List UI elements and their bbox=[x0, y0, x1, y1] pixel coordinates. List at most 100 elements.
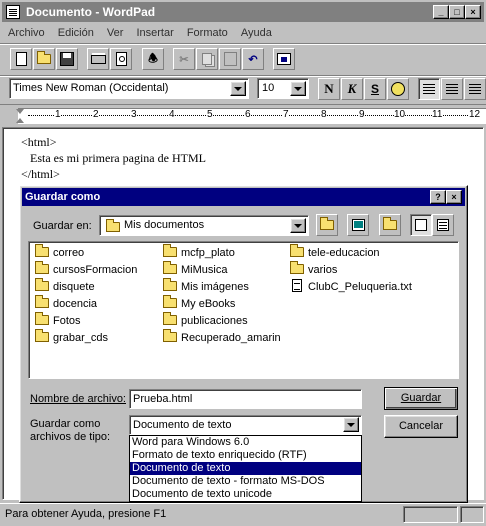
cut-icon[interactable]: ✂ bbox=[173, 48, 195, 70]
font-size-dropdown[interactable]: 10 bbox=[257, 78, 309, 99]
file-item[interactable]: varios bbox=[290, 261, 337, 278]
folder-icon bbox=[290, 244, 304, 257]
details-view-icon[interactable] bbox=[432, 214, 454, 236]
insert-object-icon[interactable] bbox=[273, 48, 295, 70]
cancel-button[interactable]: Cancelar bbox=[384, 415, 458, 438]
file-list[interactable]: correo cursosFormacion disquete docencia… bbox=[28, 241, 459, 379]
folder-icon bbox=[35, 295, 49, 308]
save-icon[interactable] bbox=[56, 48, 78, 70]
up-one-level-icon[interactable] bbox=[316, 214, 338, 236]
file-item[interactable]: cursosFormacion bbox=[35, 261, 137, 278]
help-icon[interactable]: ? bbox=[430, 190, 446, 204]
ruler-indent-marker[interactable] bbox=[16, 109, 24, 114]
paste-icon[interactable] bbox=[219, 48, 241, 70]
folder-icon bbox=[290, 261, 304, 274]
wordpad-app-icon[interactable] bbox=[6, 5, 20, 19]
look-in-label: Guardar en: bbox=[33, 220, 92, 232]
align-center-icon[interactable] bbox=[441, 78, 463, 100]
file-item[interactable]: publicaciones bbox=[163, 312, 248, 329]
file-item[interactable]: My eBooks bbox=[163, 295, 235, 312]
filetype-option[interactable]: Documento de texto unicode bbox=[130, 488, 361, 501]
ruler-number: 11 bbox=[432, 109, 443, 120]
menu-insertar[interactable]: Insertar bbox=[132, 24, 179, 42]
new-document-icon[interactable] bbox=[10, 48, 32, 70]
folder-icon bbox=[35, 244, 49, 257]
file-item[interactable]: Recuperado_amarin bbox=[163, 329, 281, 346]
ruler-number: 8 bbox=[321, 109, 327, 120]
menu-ver[interactable]: Ver bbox=[103, 24, 130, 42]
chevron-down-icon[interactable] bbox=[343, 417, 359, 432]
ruler-number: 5 bbox=[207, 109, 213, 120]
folder-icon bbox=[163, 278, 177, 291]
file-item[interactable]: grabar_cds bbox=[35, 329, 108, 346]
file-item[interactable]: tele-educacion bbox=[290, 244, 380, 261]
folder-icon bbox=[35, 329, 49, 342]
chevron-down-icon[interactable] bbox=[290, 81, 306, 96]
list-view-icon[interactable] bbox=[410, 214, 432, 236]
minimize-button[interactable]: _ bbox=[433, 5, 449, 19]
folder-icon bbox=[163, 295, 177, 308]
bold-button[interactable]: N bbox=[318, 78, 340, 100]
dialog-close-icon[interactable]: × bbox=[446, 190, 462, 204]
maximize-button[interactable]: □ bbox=[449, 5, 465, 19]
italic-button[interactable]: K bbox=[341, 78, 363, 100]
ruler-number: 1 bbox=[55, 109, 61, 120]
filetype-options-list[interactable]: Word para Windows 6.0 Formato de texto e… bbox=[129, 435, 362, 502]
folder-icon bbox=[35, 261, 49, 274]
print-icon[interactable] bbox=[87, 48, 109, 70]
underline-button[interactable]: S bbox=[364, 78, 386, 100]
ruler[interactable]: 1 2 3 4 5 6 7 8 9 10 11 12 bbox=[0, 104, 486, 126]
align-right-icon[interactable] bbox=[464, 78, 486, 100]
color-palette-icon[interactable] bbox=[387, 78, 409, 100]
file-item[interactable]: Fotos bbox=[35, 312, 81, 329]
align-left-icon[interactable] bbox=[418, 78, 440, 100]
save-button[interactable]: Guardar bbox=[384, 387, 458, 410]
ruler-hanging-marker[interactable] bbox=[16, 118, 24, 123]
filetype-label-2: archivos de tipo: bbox=[30, 431, 111, 443]
save-as-dialog: Guardar como ? × Guardar en: Mis documen… bbox=[19, 185, 468, 503]
text-file-icon bbox=[292, 279, 302, 292]
filetype-dropdown[interactable]: Documento de texto bbox=[129, 415, 362, 435]
status-panel bbox=[403, 506, 458, 523]
status-panel bbox=[460, 506, 484, 523]
file-item[interactable]: Mis imágenes bbox=[163, 278, 249, 295]
find-icon[interactable]: 🕭 bbox=[142, 48, 164, 70]
font-name-dropdown[interactable]: Times New Roman (Occidental) bbox=[9, 78, 249, 99]
look-in-dropdown[interactable]: Mis documentos bbox=[99, 215, 309, 236]
file-item[interactable]: MiMusica bbox=[163, 261, 227, 278]
chevron-down-icon[interactable] bbox=[230, 81, 246, 96]
dialog-title: Guardar como bbox=[25, 191, 101, 203]
ruler-number: 2 bbox=[93, 109, 99, 120]
folder-icon bbox=[163, 329, 177, 342]
file-item[interactable]: ClubC_Peluqueria.txt bbox=[290, 279, 412, 295]
filename-label: Nombre de archivo: bbox=[30, 393, 126, 405]
close-button[interactable]: × bbox=[465, 5, 481, 19]
ruler-number: 10 bbox=[394, 109, 406, 120]
undo-icon[interactable]: ↶ bbox=[242, 48, 264, 70]
menu-formato[interactable]: Formato bbox=[183, 24, 234, 42]
file-item[interactable]: disquete bbox=[35, 278, 95, 295]
folder-icon bbox=[35, 312, 49, 325]
ruler-number: 4 bbox=[169, 109, 175, 120]
file-item[interactable]: mcfp_plato bbox=[163, 244, 235, 261]
filetype-option[interactable]: Word para Windows 6.0 bbox=[130, 436, 361, 449]
folder-icon bbox=[35, 278, 49, 291]
document-line: <html> bbox=[21, 135, 57, 149]
file-item[interactable]: correo bbox=[35, 244, 84, 261]
chevron-down-icon[interactable] bbox=[290, 218, 306, 233]
menu-ayuda[interactable]: Ayuda bbox=[237, 24, 278, 42]
filetype-option[interactable]: Formato de texto enriquecido (RTF) bbox=[130, 449, 361, 462]
open-folder-icon[interactable] bbox=[33, 48, 55, 70]
desktop-icon[interactable] bbox=[347, 214, 369, 236]
menu-archivo[interactable]: Archivo bbox=[4, 24, 51, 42]
folder-icon bbox=[106, 219, 120, 232]
file-item[interactable]: docencia bbox=[35, 295, 97, 312]
filetype-option-selected[interactable]: Documento de texto bbox=[130, 462, 361, 475]
filetype-option[interactable]: Documento de texto - formato MS-DOS bbox=[130, 475, 361, 488]
print-preview-icon[interactable] bbox=[110, 48, 132, 70]
filename-input[interactable]: Prueba.html bbox=[129, 389, 362, 409]
folder-icon bbox=[163, 261, 177, 274]
copy-icon[interactable] bbox=[196, 48, 218, 70]
menu-edicion[interactable]: Edición bbox=[54, 24, 100, 42]
new-folder-icon[interactable] bbox=[379, 214, 401, 236]
